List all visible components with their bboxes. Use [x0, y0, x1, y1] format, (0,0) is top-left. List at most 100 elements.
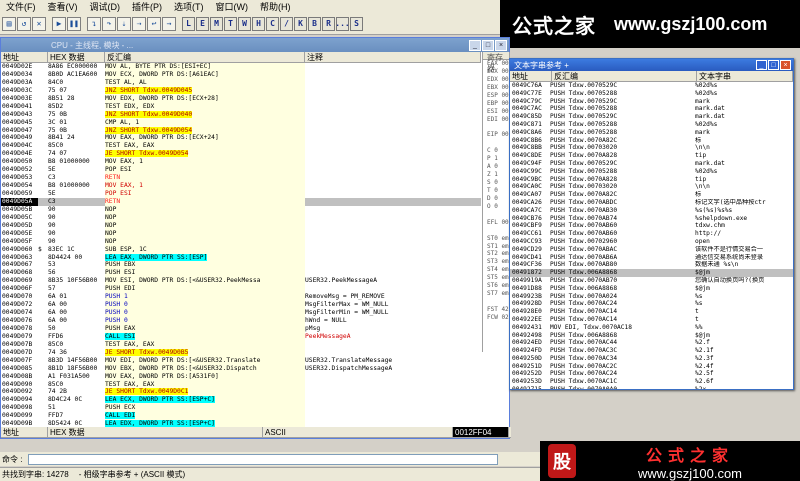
disasm-row[interactable]: 0049D04E 74 07 JE SHORT Tdxw.0049D054 [1, 150, 481, 159]
disasm-row[interactable]: 0049D03E 8B51 28 MOV EDX, DWORD PTR DS:[EC… [1, 94, 481, 103]
toolbar-window-button-12[interactable]: S [350, 16, 363, 31]
string-ref-row[interactable]: 0049C8DE PUSH Tdxw.0070A828 tip [510, 152, 793, 160]
menu-item-4[interactable]: 选项(T) [168, 0, 210, 13]
string-ref-row[interactable]: 004924ED PUSH Tdxw.0070AC44 %2.f [510, 339, 793, 347]
string-ref-row[interactable]: 0049CA07 PUSH Tdxw.0070A82C 标 [510, 191, 793, 199]
register-row[interactable]: ST4 em [485, 266, 510, 274]
string-ref-row[interactable]: 0049C8A6 PUSH Tdxw.00705288 mark [510, 129, 793, 137]
disasm-row[interactable]: 0049D05C 90 NOP [1, 213, 481, 222]
disasm-row[interactable]: 0049D05F 90 NOP [1, 237, 481, 246]
disasm-row[interactable]: 0049D02E 8A86 EC000000 MOV AL, BYTE PTR DS… [1, 63, 481, 71]
disasm-row[interactable]: 0049D04C 85C0 TEST EAX, EAX [1, 142, 481, 151]
disasm-row[interactable]: 0049D07B 85C0 TEST EAX, EAX [1, 340, 481, 349]
disasm-row[interactable]: 0049D05E 90 NOP [1, 229, 481, 238]
string-ref-row[interactable]: 00492715PUSH Tdxw.0070A0A0%2x [510, 386, 793, 389]
disasm-row[interactable]: 0049D094 8D4C24 0C LEA ECX, DWORD PTR SS:[… [1, 396, 481, 405]
toolbar-window-button-6[interactable]: C [266, 16, 279, 31]
disasm-row[interactable]: 0049D076 6A 00 PUSH 0 hWnd = NULL [1, 317, 481, 325]
step-over-icon[interactable]: ↷ [102, 16, 116, 31]
dump-col-ascii[interactable]: ASCII [263, 427, 453, 437]
disasm-row[interactable]: 0049D053 C3 RETN [1, 174, 481, 183]
register-row[interactable]: EIP 00 [485, 131, 510, 139]
strings-close-button[interactable]: × [780, 60, 791, 70]
register-row[interactable]: P 1 [485, 155, 510, 163]
string-ref-row[interactable]: 0049C99C PUSH Tdxw.00705288 %02d%s [510, 168, 793, 176]
disasm-row[interactable]: 0049D07F 8B3D 14F56B00 MOV EDI, DWORD PTR … [1, 356, 481, 365]
disasm-row[interactable]: 0049D05B 90 NOP [1, 205, 481, 214]
string-ref-row[interactable]: 0049CB76 PUSH Tdxw.0070AB74 %shelpdown.exe [510, 215, 793, 223]
string-ref-row[interactable]: 0049C79C PUSH Tdxw.0070529C mark [510, 98, 793, 106]
strings-list[interactable]: 0049C76A PUSH Tdxw.0070529C %02d%s 0049C77E… [510, 82, 793, 389]
toolbar-window-button-8[interactable]: K [294, 16, 307, 31]
disasm-row[interactable]: 0049D043 75 0B JNZ SHORT Tdxw.0049D040 [1, 110, 481, 119]
disasm-row[interactable]: 0049D063 8D4424 00 LEA EAX, DWORD PTR SS:[… [1, 253, 481, 262]
disasm-row[interactable]: 0049D099 FFD7 CALL EDI [1, 412, 481, 421]
register-row[interactable]: Z 1 [485, 171, 510, 179]
register-row[interactable] [485, 123, 510, 131]
register-row[interactable]: ESP 00 [485, 92, 510, 100]
string-ref-row[interactable]: 0049CD41 PUSH Tdxw.0070AB6A 通达信交易系统尚未登录 [510, 254, 793, 262]
register-row[interactable]: T 0 [485, 187, 510, 195]
disasm-row[interactable]: 0049D079 FFD6 CALL ESI PeekMessageA [1, 332, 481, 341]
register-row[interactable]: ESI 00 [485, 108, 510, 116]
disasm-row[interactable]: 0049D049 8B41 24 MOV EAX, DWORD PTR DS:[EC… [1, 134, 481, 143]
disasm-row[interactable]: 0049D085 8B1D 18F56B00 MOV EBX, DWORD PTR … [1, 364, 481, 373]
register-row[interactable]: ST0 em [485, 235, 510, 243]
string-ref-row[interactable]: 0049919A PUSH Tdxw.0070AB70 您确认自动换页吗?(换页 [510, 277, 793, 285]
toolbar-window-button-0[interactable]: L [182, 16, 195, 31]
toolbar-window-button-4[interactable]: W [238, 16, 251, 31]
string-ref-row[interactable]: 0049251D PUSH Tdxw.0070AC2C %2.4f [510, 363, 793, 371]
register-row[interactable] [485, 139, 510, 147]
col-asm[interactable]: 反汇编 [105, 52, 305, 62]
toolbar-window-button-11[interactable]: ... [335, 16, 350, 31]
register-row[interactable]: EFL 00 [485, 219, 510, 227]
register-row[interactable]: FST 42 [485, 306, 510, 314]
disasm-row[interactable]: 0049D060 $83EC 1C SUB ESP, 1C [1, 245, 481, 254]
execute-till-return-icon[interactable]: ↩ [147, 16, 161, 31]
strings-col-text[interactable]: 文本字串 [697, 71, 793, 81]
maximize-button[interactable]: □ [482, 39, 494, 51]
string-ref-row[interactable]: 0049250D PUSH Tdxw.0070AC34 %2.3f [510, 355, 793, 363]
register-row[interactable]: ST6 em [485, 282, 510, 290]
disasm-row[interactable]: 0049D050 B8 01000000 MOV EAX, 1 [1, 158, 481, 167]
strings-maximize-button[interactable]: □ [768, 60, 779, 70]
disasm-row[interactable]: 0049D05A C3 RETN [1, 197, 481, 206]
dump-col-hex[interactable]: HEX 数据 [48, 427, 263, 437]
col-comment[interactable]: 注释 [305, 52, 481, 62]
disasm-row[interactable]: 0049D078 50 PUSH EAX pMsg [1, 324, 481, 333]
trace-into-icon[interactable]: ⇣ [117, 16, 131, 31]
string-ref-row[interactable]: 0049253D PUSH Tdxw.0070AC1C %2.6f [510, 378, 793, 386]
string-ref-row[interactable]: 0049C9BC PUSH Tdxw.0070A828 tip [510, 176, 793, 184]
open-icon[interactable]: ▤ [2, 16, 16, 31]
command-input[interactable] [28, 453, 499, 465]
col-addr[interactable]: 地址 [1, 52, 48, 62]
register-row[interactable]: S 0 [485, 179, 510, 187]
disasm-row[interactable]: 0049D03C 75 07 JNZ SHORT Tdxw.0049D045 [1, 86, 481, 95]
menu-item-3[interactable]: 插件(P) [126, 0, 168, 13]
step-into-icon[interactable]: ↴ [87, 16, 101, 31]
disasm-row[interactable]: 0049D045 3C 01 CMP AL, 1 [1, 118, 481, 127]
string-ref-row[interactable]: 0049CC93 PUSH Tdxw.00702960 open [510, 238, 793, 246]
string-ref-row[interactable]: 0049CA7C PUSH Tdxw.0070AB30 %s(%s)%s%s [510, 207, 793, 215]
string-ref-row[interactable]: 0049CA0C PUSH Tdxw.00703020 \n\n [510, 183, 793, 191]
string-ref-row[interactable]: 0049928D PUSH Tdxw.0070AC24 %s [510, 300, 793, 308]
disasm-row[interactable]: 0049D06F 57 PUSH EDI [1, 285, 481, 294]
disasm-row[interactable]: 0049D052 5E POP ESI [1, 166, 481, 175]
string-ref-row[interactable]: 00491872 PUSH Tdxw.006A8868 $@jm [510, 269, 793, 277]
string-ref-row[interactable]: 0049C77E PUSH Tdxw.00705288 %02d%s [510, 90, 793, 98]
goto-icon[interactable]: → [162, 16, 176, 31]
register-row[interactable]: ST5 em [485, 274, 510, 282]
disassembly-list[interactable]: 0049D02E 8A86 EC000000 MOV AL, BYTE PTR DS… [1, 63, 481, 438]
register-row[interactable]: O 0 [485, 203, 510, 211]
register-row[interactable]: FCW 02 [485, 314, 510, 322]
string-ref-row[interactable]: 0049C94F PUSH Tdxw.0070529C mark.dat [510, 160, 793, 168]
register-row[interactable] [485, 211, 510, 219]
toolbar-window-button-2[interactable]: M [210, 16, 223, 31]
disasm-row[interactable]: 0049D074 6A 00 PUSH 0 MsgFilterMin = WM_NUL… [1, 309, 481, 317]
string-ref-row[interactable]: 0049923B PUSH Tdxw.0070A024 %s [510, 293, 793, 301]
string-ref-row[interactable]: 0049C76A PUSH Tdxw.0070529C %02d%s [510, 82, 793, 90]
close-icon[interactable]: ✕ [32, 16, 46, 31]
disasm-row[interactable]: 0049D092 74 2B JE SHORT Tdxw.0049D0C1 [1, 388, 481, 397]
register-row[interactable]: ST1 em [485, 243, 510, 251]
string-ref-row[interactable]: 0049C8BB PUSH Tdxw.00703020 \n\n [510, 144, 793, 152]
